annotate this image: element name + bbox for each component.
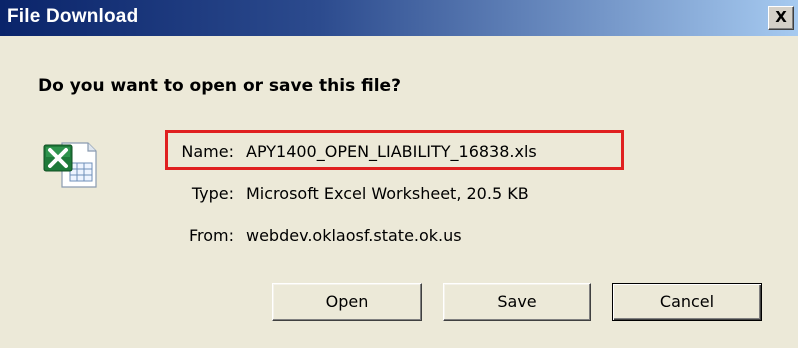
file-from-value: webdev.oklaosf.state.ok.us: [246, 226, 462, 245]
close-icon: X: [775, 8, 787, 26]
save-button[interactable]: Save: [443, 283, 591, 321]
file-name-label: Name:: [181, 142, 234, 161]
open-button[interactable]: Open: [272, 283, 422, 321]
file-from-label: From:: [188, 226, 234, 245]
window-title: File Download: [7, 6, 139, 27]
file-type-value: Microsoft Excel Worksheet, 20.5 KB: [246, 184, 529, 203]
excel-file-icon: [40, 137, 100, 191]
file-download-dialog: File Download X Do you want to open or s…: [0, 0, 798, 348]
file-name-value: APY1400_OPEN_LIABILITY_16838.xls: [246, 142, 537, 161]
title-bar[interactable]: File Download X: [0, 0, 798, 36]
cancel-button[interactable]: Cancel: [612, 283, 762, 321]
close-button[interactable]: X: [768, 6, 794, 30]
file-type-label: Type:: [191, 184, 234, 203]
download-question: Do you want to open or save this file?: [38, 76, 401, 96]
